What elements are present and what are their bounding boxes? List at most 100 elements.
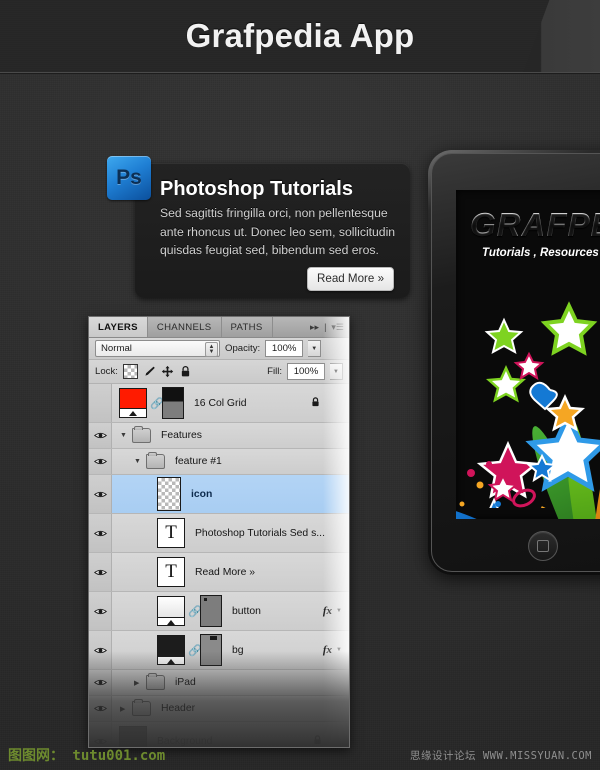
folder-icon — [132, 699, 151, 716]
transparency-lock-icon[interactable] — [122, 364, 138, 379]
effects-expand-icon[interactable]: ▼ — [336, 608, 349, 614]
visibility-toggle[interactable] — [89, 631, 112, 669]
layer-row[interactable]: 🔗 bg fx ▼ — [89, 631, 349, 670]
layer-name: button — [232, 605, 261, 617]
feature-card-title: Photoshop Tutorials — [160, 178, 353, 200]
tab-channels[interactable]: CHANNELS — [148, 317, 222, 337]
lock-row: Lock: Fill: 100% ▼ — [89, 360, 349, 384]
layer-mask-thumbnail[interactable] — [162, 387, 184, 419]
link-mask-icon[interactable]: 🔗 — [188, 644, 202, 657]
group-expand-icon[interactable]: ▼ — [134, 458, 143, 465]
collapse-panel-icon[interactable]: ▸▸ — [310, 322, 319, 332]
ipad-screen: GRAFPEDIA Tutorials , Resources — [456, 190, 600, 519]
eye-icon — [93, 432, 107, 439]
app-page: Grafpedia App GRAFP Tutorials , Resource… — [0, 0, 600, 770]
layer-name: Read More » — [195, 566, 256, 578]
link-mask-icon[interactable]: 🔗 — [150, 397, 164, 410]
visibility-toggle[interactable] — [89, 449, 112, 474]
text-layer-thumbnail[interactable]: T — [157, 518, 185, 548]
watermark-right: 思缘设计论坛 WWW.MISSYUAN.COM — [410, 750, 592, 762]
visibility-toggle[interactable] — [89, 696, 112, 721]
layer-name: iPad — [175, 677, 196, 688]
visibility-toggle[interactable] — [89, 670, 112, 695]
layer-lock-indicator — [310, 396, 349, 411]
eye-icon — [93, 569, 107, 575]
eye-icon — [93, 530, 107, 536]
visibility-toggle[interactable] — [89, 592, 112, 630]
layer-thumbnail[interactable] — [119, 388, 147, 418]
tab-paths[interactable]: PATHS — [222, 317, 273, 337]
lock-label: Lock: — [95, 366, 118, 377]
layer-row[interactable]: 🔗 16 Col Grid — [89, 384, 349, 423]
layer-row[interactable]: ▼ feature #1 — [89, 449, 349, 475]
opacity-dropdown-icon[interactable]: ▼ — [308, 340, 322, 357]
eye-icon — [93, 458, 107, 465]
visibility-toggle[interactable] — [89, 384, 112, 422]
all-lock-icon[interactable] — [179, 365, 192, 378]
ipad-home-button[interactable] — [528, 531, 558, 561]
layer-name: 16 Col Grid — [194, 397, 247, 409]
opacity-input[interactable]: 100% — [265, 340, 304, 357]
folder-icon — [146, 673, 165, 690]
layer-effects-icon[interactable]: fx — [323, 644, 336, 656]
layer-row[interactable]: icon — [89, 475, 349, 514]
group-collapse-icon[interactable]: ▶ — [134, 679, 143, 687]
layer-name: Photoshop Tutorials Sed s... — [195, 527, 325, 539]
vector-mask-thumbnail[interactable] — [200, 634, 222, 666]
eye-icon — [93, 679, 107, 686]
visibility-toggle[interactable] — [89, 475, 112, 513]
layer-name: Header — [161, 703, 196, 714]
effects-expand-icon[interactable]: ▼ — [336, 647, 349, 653]
layer-row[interactable]: T Photoshop Tutorials Sed s... — [89, 514, 349, 553]
page-title: Grafpedia App — [185, 17, 415, 54]
layer-thumbnail[interactable] — [157, 635, 185, 665]
read-more-button[interactable]: Read More » — [307, 267, 395, 291]
panel-menu-icon[interactable]: ▾☰ — [331, 322, 344, 332]
text-layer-thumbnail[interactable]: T — [157, 557, 185, 587]
layer-name: icon — [191, 488, 213, 500]
blend-mode-stepper-icon[interactable]: ▲ ▼ — [205, 342, 218, 357]
visibility-toggle[interactable] — [89, 553, 112, 591]
vector-mask-thumbnail[interactable] — [200, 595, 222, 627]
blend-mode-value: Normal — [101, 343, 132, 354]
stars-svg — [459, 301, 600, 508]
eye-icon — [93, 705, 107, 712]
layer-name: Features — [161, 430, 203, 441]
group-expand-icon[interactable]: ▼ — [120, 432, 129, 439]
layer-row[interactable]: ▶ iPad — [89, 670, 349, 696]
fill-dropdown-icon[interactable]: ▼ — [330, 363, 343, 380]
ipad-tagline: Tutorials , Resources — [482, 247, 599, 259]
layer-thumbnail[interactable] — [157, 596, 185, 626]
link-mask-icon[interactable]: 🔗 — [188, 605, 202, 618]
photoshop-icon: Ps — [107, 156, 151, 200]
group-collapse-icon[interactable]: ▶ — [120, 705, 129, 713]
visibility-toggle[interactable] — [89, 423, 112, 448]
eye-icon — [93, 491, 107, 497]
blend-mode-select[interactable]: Normal ▲ ▼ — [95, 340, 220, 357]
layer-effects-icon[interactable]: fx — [323, 605, 336, 617]
header-divider — [0, 72, 600, 74]
brush-lock-icon[interactable] — [143, 365, 156, 378]
fill-input[interactable]: 100% — [287, 363, 325, 380]
eye-icon — [93, 647, 107, 653]
layer-name: bg — [232, 644, 244, 656]
watermark-left: 图图网： tutu001.com — [8, 748, 166, 764]
layer-list: 🔗 16 Col Grid ▼ Features ▼ feature #1 ic… — [89, 384, 349, 748]
layer-row[interactable]: T Read More » — [89, 553, 349, 592]
layer-name: Background — [157, 735, 213, 747]
layer-row[interactable]: ▶ Header — [89, 696, 349, 722]
layer-lock-indicator — [312, 734, 349, 748]
page-header: Grafpedia App — [0, 0, 600, 72]
layer-row[interactable]: 🔗 button fx ▼ — [89, 592, 349, 631]
layer-name: feature #1 — [175, 456, 222, 467]
tab-layers[interactable]: LAYERS — [89, 317, 148, 337]
layer-row[interactable]: ▼ Features — [89, 423, 349, 449]
layer-thumbnail[interactable] — [157, 477, 181, 511]
photoshop-layers-panel: LAYERS CHANNELS PATHS ▸▸ | ▾☰ Normal ▲ ▼ … — [88, 316, 350, 748]
folder-icon — [146, 452, 165, 469]
visibility-toggle[interactable] — [89, 514, 112, 552]
fill-label: Fill: — [267, 366, 282, 377]
ipad-logo: GRAFPEDIA — [470, 206, 600, 244]
feature-card-body: Sed sagittis fringilla orci, non pellent… — [160, 206, 396, 258]
move-lock-icon[interactable] — [161, 365, 174, 378]
